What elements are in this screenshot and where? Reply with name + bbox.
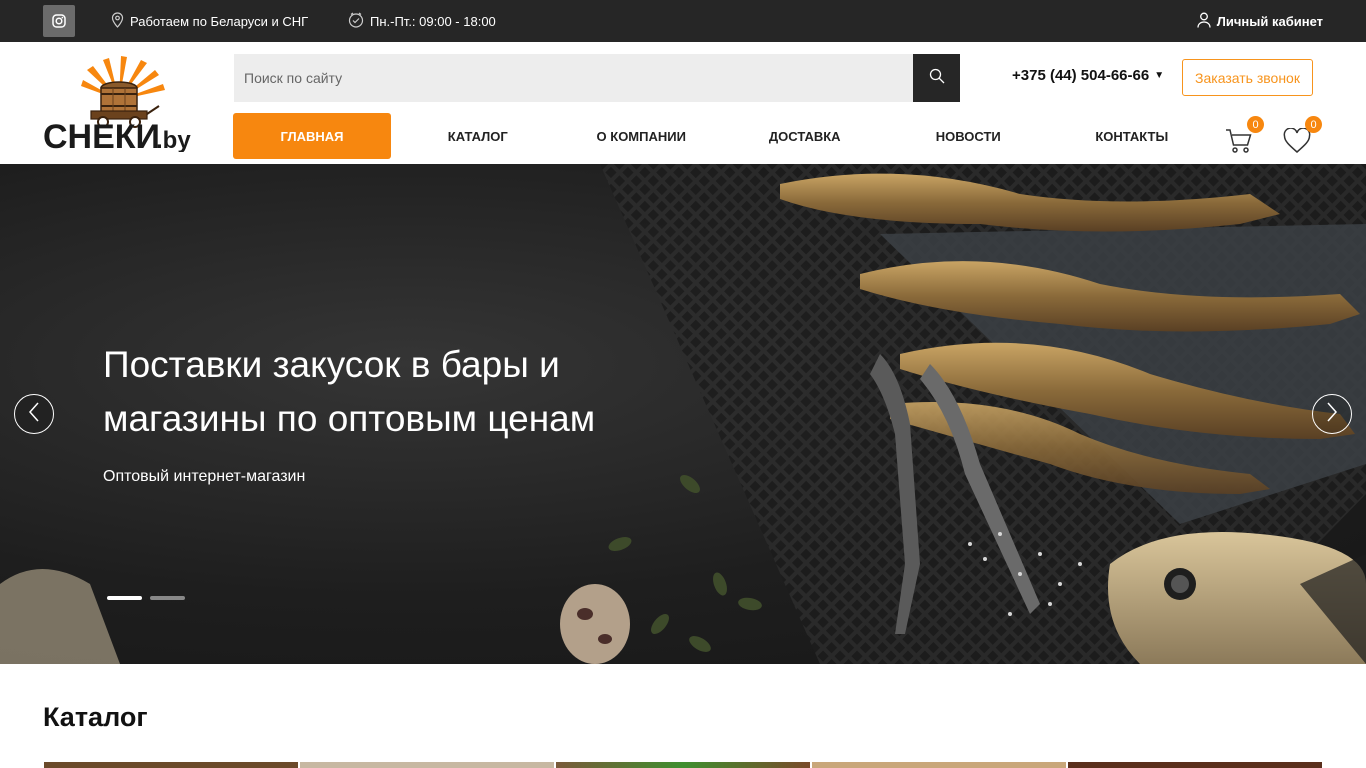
nav-item-delivery[interactable]: Доставка	[723, 113, 887, 159]
catalog-cards-row	[44, 762, 1322, 768]
user-icon	[1197, 12, 1217, 31]
cart-button[interactable]: 0	[1225, 116, 1264, 154]
location-pin-icon	[111, 11, 130, 31]
header: СНЕКИ .by +375 (44) 504-66-66 ▼ Заказать…	[0, 42, 1366, 164]
nav-item-about[interactable]: О компании	[560, 113, 724, 159]
nav-item-news[interactable]: Новости	[887, 113, 1051, 159]
nav-item-home[interactable]: Главная	[233, 113, 391, 159]
site-logo[interactable]: СНЕКИ .by	[43, 56, 195, 156]
region-info: Работаем по Беларуси и СНГ	[111, 0, 308, 42]
slider-pagination	[107, 596, 185, 600]
slider-next-button[interactable]	[1312, 394, 1352, 434]
clock-check-icon	[348, 12, 370, 31]
instagram-icon[interactable]	[43, 5, 75, 37]
favorites-count-badge: 0	[1305, 116, 1322, 133]
favorites-button[interactable]: 0	[1283, 116, 1322, 154]
phone-number: +375 (44) 504-66-66	[1012, 67, 1150, 84]
catalog-title: Каталог	[43, 702, 148, 732]
hours-info: Пн.-Пт.: 09:00 - 18:00	[348, 0, 496, 42]
nav-item-catalog[interactable]: Каталог	[396, 113, 560, 159]
cart-count-badge: 0	[1247, 116, 1264, 133]
heart-icon	[1283, 127, 1311, 158]
phone-dropdown[interactable]: +375 (44) 504-66-66 ▼	[1012, 67, 1164, 84]
catalog-card[interactable]	[300, 762, 554, 768]
slider-dot-2[interactable]	[150, 596, 185, 600]
search-bar	[234, 54, 960, 102]
slider-prev-button[interactable]	[14, 394, 54, 434]
caret-down-icon: ▼	[1154, 70, 1165, 81]
catalog-card[interactable]	[556, 762, 810, 768]
catalog-card[interactable]	[812, 762, 1066, 768]
nav-item-contacts[interactable]: Контакты	[1050, 113, 1214, 159]
cabinet-link[interactable]: Личный кабинет	[1197, 0, 1323, 42]
catalog-card[interactable]	[1068, 762, 1322, 768]
callback-button[interactable]: Заказать звонок	[1182, 59, 1313, 96]
hero-slider: Поставки закусок в бары и магазины по оп…	[0, 164, 1366, 664]
logo-suffix: .by	[156, 127, 191, 152]
region-text: Работаем по Беларуси и СНГ	[130, 13, 309, 29]
search-input[interactable]	[234, 54, 913, 102]
slider-dot-1[interactable]	[107, 596, 142, 600]
hours-text: Пн.-Пт.: 09:00 - 18:00	[370, 13, 496, 29]
catalog-card[interactable]	[44, 762, 298, 768]
main-nav: Главная Каталог О компании Доставка Ново…	[233, 113, 1214, 159]
hero-title: Поставки закусок в бары и магазины по оп…	[103, 344, 596, 439]
chevron-right-icon	[1326, 402, 1338, 427]
top-bar: Работаем по Беларуси и СНГ Пн.-Пт.: 09:0…	[0, 0, 1366, 42]
hero-subtitle: Оптовый интернет-магазин	[103, 468, 306, 485]
cabinet-label: Личный кабинет	[1216, 13, 1323, 29]
logo-text: СНЕКИ	[43, 118, 160, 152]
cart-icon	[1225, 129, 1253, 158]
search-icon	[929, 68, 945, 89]
search-button[interactable]	[913, 54, 960, 102]
chevron-left-icon	[28, 402, 40, 427]
